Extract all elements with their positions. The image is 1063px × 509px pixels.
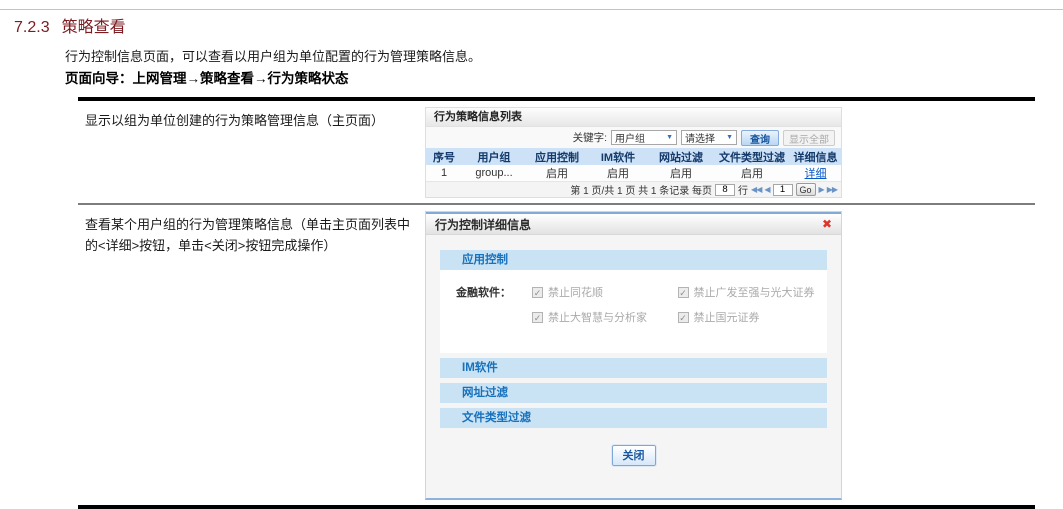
cell-im: 启用 — [607, 168, 629, 180]
search-bar: 关键字: 用户组 ▼ 请选择 ▼ 查询 显示全部 — [426, 127, 841, 148]
col-web-filter: 网站过滤 — [659, 151, 703, 164]
section-url-filter[interactable]: 网址过滤 — [440, 383, 827, 403]
page-top-divider — [0, 9, 1063, 10]
checkbox-checked-icon: ✓ — [532, 311, 543, 323]
pager-rows-label: 行 — [738, 186, 749, 197]
section-im-software[interactable]: IM软件 — [440, 358, 827, 378]
app-control-content: 金融软件： ✓ 禁止同花顺 ✓ 禁止广发至强与光大证券 ✓ 禁止大智慧与分析家 … — [440, 270, 827, 353]
col-file-filter: 文件类型过滤 — [719, 151, 785, 164]
chevron-down-icon: ▼ — [726, 134, 733, 141]
page-wizard-path: 页面向导：上网管理→策略查看→行为策略状态 — [65, 71, 349, 86]
cell-app-control: 启用 — [546, 168, 568, 180]
cell-web-filter: 启用 — [670, 168, 692, 180]
checkbox-label: 禁止广发至强与光大证券 — [693, 287, 815, 299]
close-button[interactable]: 关闭 — [610, 444, 657, 467]
first-page-icon[interactable]: ◀◀ — [751, 185, 762, 194]
cell-no: 1 — [440, 167, 448, 179]
table-row: 显示以组为单位创建的行为策略管理信息（主页面） 行为策略信息列表 关键字: 用户… — [78, 101, 1035, 203]
cell-file-filter: 启用 — [741, 168, 763, 180]
checkbox-item: ✓ 禁止广发至强与光大证券 — [677, 284, 820, 300]
checkbox-item: ✓ 禁止大智慧与分析家 — [532, 309, 674, 325]
dialog-title: 行为控制详细信息 — [435, 217, 532, 232]
checkbox-item: ✓ 禁止国元证券 — [677, 309, 820, 325]
section-app-control: 应用控制 — [440, 250, 827, 270]
policy-list-screenshot: 行为策略信息列表 关键字: 用户组 ▼ 请选择 ▼ 查询 显示全部 序号 用户组… — [425, 107, 842, 198]
behavior-detail-dialog: 行为控制详细信息 ✖ 应用控制 金融软件： ✓ 禁止同花顺 ✓ 禁止广发至强与光… — [425, 211, 842, 500]
query-button[interactable]: 查询 — [741, 129, 779, 146]
col-no: 序号 — [433, 151, 455, 164]
checkbox-checked-icon: ✓ — [677, 311, 689, 323]
col-app-control: 应用控制 — [535, 151, 579, 164]
finance-software-label: 金融软件： — [456, 287, 511, 299]
section-file-type-filter[interactable]: 文件类型过滤 — [440, 408, 827, 428]
doc-table: 显示以组为单位创建的行为策略管理信息（主页面） 行为策略信息列表 关键字: 用户… — [78, 97, 1035, 509]
keyword-label: 关键字: — [572, 132, 607, 144]
cell-user-group: group... — [475, 167, 513, 179]
value-select[interactable]: 请选择 ▼ — [681, 130, 737, 145]
policy-list-title: 行为策略信息列表 — [426, 108, 841, 127]
checkbox-item: ✓ 禁止同花顺 — [532, 284, 674, 300]
section-title: 策略查看 — [61, 19, 126, 36]
pagination-bar: 第 1 页/共 1 页 共 1 条记录 每页 行 ◀◀ ◀ Go ▶ ▶▶ — [426, 181, 841, 197]
policy-table-header: 序号 用户组 应用控制 IM软件 网站过滤 文件类型过滤 详细信息 — [426, 148, 841, 165]
page-number-input[interactable] — [772, 183, 793, 196]
detail-link[interactable]: 详细 — [805, 168, 827, 180]
row-description: 显示以组为单位创建的行为策略管理信息（主页面） — [85, 113, 385, 128]
table-row: 查看某个用户组的行为管理策略信息（单击主页面列表中的<详细>按钮，单击<关闭>按… — [78, 203, 1035, 505]
keyword-select[interactable]: 用户组 ▼ — [611, 130, 677, 145]
show-all-button[interactable]: 显示全部 — [783, 129, 835, 146]
row-description: 查看某个用户组的行为管理策略信息（单击主页面列表中的<详细>按钮，单击<关闭>按… — [85, 217, 411, 254]
checkbox-checked-icon: ✓ — [677, 286, 689, 298]
checkbox-checked-icon: ✓ — [532, 286, 543, 298]
dialog-title-bar: 行为控制详细信息 ✖ — [426, 212, 841, 235]
section-number: 7.2.3 — [14, 19, 50, 36]
close-icon[interactable]: ✖ — [822, 218, 832, 230]
col-detail: 详细信息 — [793, 151, 838, 164]
pager-info: 第 1 页/共 1 页 共 1 条记录 每页 — [570, 186, 713, 197]
intro-text: 行为控制信息页面，可以查看以用户组为单位配置的行为管理策略信息。 — [65, 49, 482, 64]
chevron-down-icon: ▼ — [666, 134, 673, 141]
checkbox-label: 禁止国元证券 — [693, 312, 760, 324]
policy-table-row: 1 group... 启用 启用 启用 启用 详细 — [426, 165, 841, 181]
last-page-icon[interactable]: ▶▶ — [827, 185, 838, 194]
go-button[interactable]: Go — [795, 183, 816, 196]
checkbox-label: 禁止同花顺 — [548, 287, 603, 299]
page-size-input[interactable] — [715, 183, 736, 196]
page-title: 7.2.3 策略查看 — [14, 13, 126, 37]
col-user-group: 用户组 — [477, 151, 511, 164]
checkbox-label: 禁止大智慧与分析家 — [548, 312, 647, 324]
finance-checkbox-grid: ✓ 禁止同花顺 ✓ 禁止广发至强与光大证券 ✓ 禁止大智慧与分析家 ✓ 禁止国元… — [532, 284, 819, 325]
col-im: IM软件 — [600, 151, 636, 164]
prev-page-icon[interactable]: ◀ — [764, 185, 770, 194]
next-page-icon[interactable]: ▶ — [819, 185, 825, 194]
